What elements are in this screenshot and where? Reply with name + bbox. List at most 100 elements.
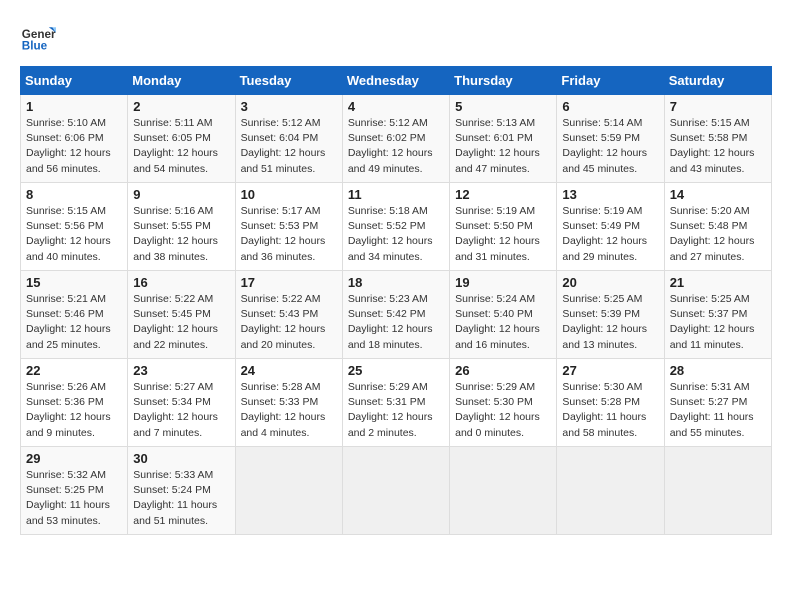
day-number: 27 [562, 363, 658, 378]
day-info: Sunrise: 5:21 AM Sunset: 5:46 PM Dayligh… [26, 292, 122, 353]
calendar-cell: 18Sunrise: 5:23 AM Sunset: 5:42 PM Dayli… [342, 271, 449, 359]
header-day: Monday [128, 67, 235, 95]
calendar-body: 1 Sunrise: 5:10 AM Sunset: 6:06 PM Daylig… [21, 95, 772, 535]
calendar-cell: 9 Sunrise: 5:16 AM Sunset: 5:55 PM Daylig… [128, 183, 235, 271]
calendar-cell: 20Sunrise: 5:25 AM Sunset: 5:39 PM Dayli… [557, 271, 664, 359]
day-number: 5 [455, 99, 551, 114]
calendar-cell [557, 447, 664, 535]
header-day: Thursday [450, 67, 557, 95]
day-number: 30 [133, 451, 229, 466]
day-info: Sunrise: 5:15 AM Sunset: 5:56 PM Dayligh… [26, 204, 122, 265]
day-number: 14 [670, 187, 766, 202]
day-number: 24 [241, 363, 337, 378]
calendar-cell: 4 Sunrise: 5:12 AM Sunset: 6:02 PM Daylig… [342, 95, 449, 183]
day-number: 8 [26, 187, 122, 202]
day-info: Sunrise: 5:25 AM Sunset: 5:37 PM Dayligh… [670, 292, 766, 353]
calendar-cell: 7 Sunrise: 5:15 AM Sunset: 5:58 PM Daylig… [664, 95, 771, 183]
day-number: 7 [670, 99, 766, 114]
day-number: 9 [133, 187, 229, 202]
day-info: Sunrise: 5:29 AM Sunset: 5:31 PM Dayligh… [348, 380, 444, 441]
logo-icon: General Blue [20, 20, 56, 56]
day-info: Sunrise: 5:15 AM Sunset: 5:58 PM Dayligh… [670, 116, 766, 177]
calendar-cell [235, 447, 342, 535]
calendar-cell: 12 Sunrise: 5:19 AM Sunset: 5:50 PM Dayli… [450, 183, 557, 271]
day-info: Sunrise: 5:14 AM Sunset: 5:59 PM Dayligh… [562, 116, 658, 177]
day-info: Sunrise: 5:19 AM Sunset: 5:50 PM Dayligh… [455, 204, 551, 265]
day-info: Sunrise: 5:27 AM Sunset: 5:34 PM Dayligh… [133, 380, 229, 441]
day-number: 15 [26, 275, 122, 290]
calendar-cell: 19 Sunrise: 5:24 AM Sunset: 5:40 PM Dayli… [450, 271, 557, 359]
day-number: 29 [26, 451, 122, 466]
day-info: Sunrise: 5:12 AM Sunset: 6:02 PM Dayligh… [348, 116, 444, 177]
day-number: 21 [670, 275, 766, 290]
day-info: Sunrise: 5:31 AM Sunset: 5:27 PM Dayligh… [670, 380, 766, 441]
day-info: Sunrise: 5:12 AM Sunset: 6:04 PM Dayligh… [241, 116, 337, 177]
calendar-cell [450, 447, 557, 535]
calendar-cell: 21 Sunrise: 5:25 AM Sunset: 5:37 PM Dayli… [664, 271, 771, 359]
calendar-cell: 25 Sunrise: 5:29 AM Sunset: 5:31 PM Dayli… [342, 359, 449, 447]
calendar-cell: 11 Sunrise: 5:18 AM Sunset: 5:52 PM Dayli… [342, 183, 449, 271]
calendar-cell: 16 Sunrise: 5:22 AM Sunset: 5:45 PM Dayli… [128, 271, 235, 359]
day-number: 23 [133, 363, 229, 378]
header-day: Tuesday [235, 67, 342, 95]
calendar-cell: 1 Sunrise: 5:10 AM Sunset: 6:06 PM Daylig… [21, 95, 128, 183]
calendar-cell: 3 Sunrise: 5:12 AM Sunset: 6:04 PM Daylig… [235, 95, 342, 183]
day-number: 22 [26, 363, 122, 378]
calendar-cell [342, 447, 449, 535]
calendar-cell: 17Sunrise: 5:22 AM Sunset: 5:43 PM Dayli… [235, 271, 342, 359]
day-number: 12 [455, 187, 551, 202]
calendar-cell: 15 Sunrise: 5:21 AM Sunset: 5:46 PM Dayli… [21, 271, 128, 359]
day-info: Sunrise: 5:18 AM Sunset: 5:52 PM Dayligh… [348, 204, 444, 265]
day-info: Sunrise: 5:22 AM Sunset: 5:45 PM Dayligh… [133, 292, 229, 353]
calendar-week: 15 Sunrise: 5:21 AM Sunset: 5:46 PM Dayli… [21, 271, 772, 359]
calendar-week: 1 Sunrise: 5:10 AM Sunset: 6:06 PM Daylig… [21, 95, 772, 183]
calendar-cell: 5Sunrise: 5:13 AM Sunset: 6:01 PM Daylig… [450, 95, 557, 183]
calendar-cell: 24 Sunrise: 5:28 AM Sunset: 5:33 PM Dayli… [235, 359, 342, 447]
day-info: Sunrise: 5:28 AM Sunset: 5:33 PM Dayligh… [241, 380, 337, 441]
day-number: 26 [455, 363, 551, 378]
page-header: General Blue [20, 20, 772, 56]
day-number: 18 [348, 275, 444, 290]
day-info: Sunrise: 5:30 AM Sunset: 5:28 PM Dayligh… [562, 380, 658, 441]
day-number: 16 [133, 275, 229, 290]
calendar-cell: 30 Sunrise: 5:33 AM Sunset: 5:24 PM Dayli… [128, 447, 235, 535]
calendar-cell: 6 Sunrise: 5:14 AM Sunset: 5:59 PM Daylig… [557, 95, 664, 183]
day-number: 2 [133, 99, 229, 114]
day-number: 25 [348, 363, 444, 378]
day-info: Sunrise: 5:16 AM Sunset: 5:55 PM Dayligh… [133, 204, 229, 265]
day-number: 1 [26, 99, 122, 114]
calendar-cell: 8 Sunrise: 5:15 AM Sunset: 5:56 PM Daylig… [21, 183, 128, 271]
day-number: 13 [562, 187, 658, 202]
calendar-cell: 27 Sunrise: 5:30 AM Sunset: 5:28 PM Dayli… [557, 359, 664, 447]
calendar-week: 22 Sunrise: 5:26 AM Sunset: 5:36 PM Dayli… [21, 359, 772, 447]
calendar-table: SundayMondayTuesdayWednesdayThursdayFrid… [20, 66, 772, 535]
day-number: 17 [241, 275, 337, 290]
calendar-cell: 13 Sunrise: 5:19 AM Sunset: 5:49 PM Dayli… [557, 183, 664, 271]
header-day: Sunday [21, 67, 128, 95]
day-number: 20 [562, 275, 658, 290]
header-day: Friday [557, 67, 664, 95]
day-info: Sunrise: 5:10 AM Sunset: 6:06 PM Dayligh… [26, 116, 122, 177]
calendar-cell: 14Sunrise: 5:20 AM Sunset: 5:48 PM Dayli… [664, 183, 771, 271]
logo: General Blue [20, 20, 56, 56]
day-number: 3 [241, 99, 337, 114]
header-row: SundayMondayTuesdayWednesdayThursdayFrid… [21, 67, 772, 95]
day-number: 4 [348, 99, 444, 114]
day-info: Sunrise: 5:33 AM Sunset: 5:24 PM Dayligh… [133, 468, 229, 529]
calendar-week: 8 Sunrise: 5:15 AM Sunset: 5:56 PM Daylig… [21, 183, 772, 271]
calendar-cell: 28Sunrise: 5:31 AM Sunset: 5:27 PM Dayli… [664, 359, 771, 447]
day-info: Sunrise: 5:26 AM Sunset: 5:36 PM Dayligh… [26, 380, 122, 441]
header-day: Wednesday [342, 67, 449, 95]
calendar-cell: 26Sunrise: 5:29 AM Sunset: 5:30 PM Dayli… [450, 359, 557, 447]
calendar-cell: 22 Sunrise: 5:26 AM Sunset: 5:36 PM Dayli… [21, 359, 128, 447]
day-number: 11 [348, 187, 444, 202]
calendar-cell: 29Sunrise: 5:32 AM Sunset: 5:25 PM Dayli… [21, 447, 128, 535]
calendar-week: 29Sunrise: 5:32 AM Sunset: 5:25 PM Dayli… [21, 447, 772, 535]
day-info: Sunrise: 5:17 AM Sunset: 5:53 PM Dayligh… [241, 204, 337, 265]
day-number: 6 [562, 99, 658, 114]
calendar-cell [664, 447, 771, 535]
calendar-cell: 2Sunrise: 5:11 AM Sunset: 6:05 PM Daylig… [128, 95, 235, 183]
day-info: Sunrise: 5:24 AM Sunset: 5:40 PM Dayligh… [455, 292, 551, 353]
day-number: 19 [455, 275, 551, 290]
day-info: Sunrise: 5:19 AM Sunset: 5:49 PM Dayligh… [562, 204, 658, 265]
